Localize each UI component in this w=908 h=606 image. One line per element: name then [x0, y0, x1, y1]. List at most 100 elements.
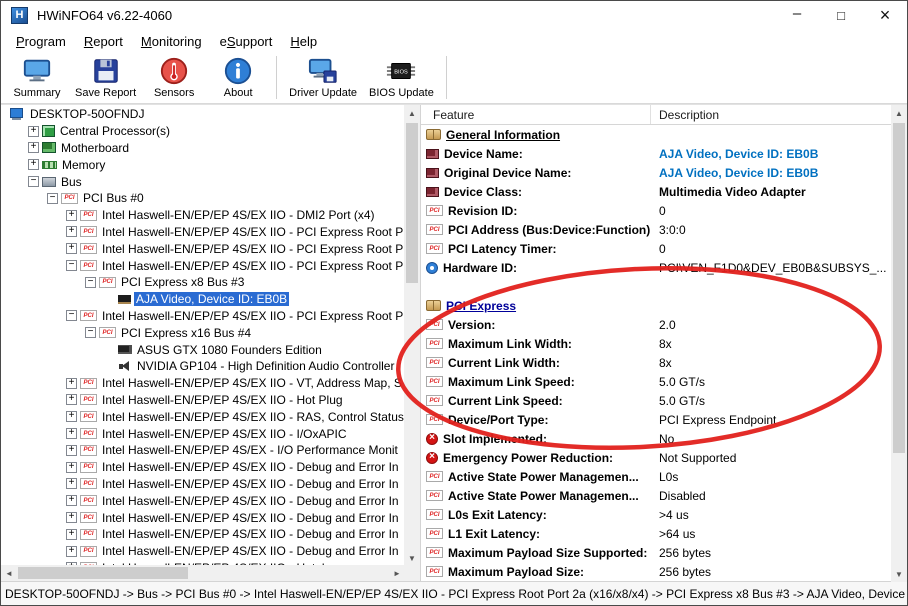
- details-row[interactable]: Revision ID:0: [421, 201, 892, 220]
- tree-item[interactable]: +Intel Haswell-EN/EP/EP 4S/EX IIO - Debu…: [1, 492, 405, 509]
- tree-item[interactable]: −PCI Express x8 Bus #3: [1, 274, 405, 291]
- expand-plus-icon[interactable]: +: [28, 159, 39, 170]
- details-section-row[interactable]: PCI Express: [421, 296, 892, 315]
- details-row[interactable]: Device Class:Multimedia Video Adapter: [421, 182, 892, 201]
- expand-plus-icon[interactable]: +: [66, 378, 77, 389]
- menu-report[interactable]: Report: [75, 32, 132, 51]
- minimize-button[interactable]: [775, 1, 819, 30]
- tree-item[interactable]: +Intel Haswell-EN/EP/EP 4S/EX IIO - Debu…: [1, 526, 405, 543]
- scroll-right-icon[interactable]: [389, 565, 405, 581]
- details-section-row[interactable]: General Information: [421, 125, 892, 144]
- details-row[interactable]: L1 Exit Latency:>64 us: [421, 524, 892, 543]
- details-row[interactable]: Version:2.0: [421, 315, 892, 334]
- collapse-minus-icon[interactable]: −: [66, 310, 77, 321]
- bios-update-button[interactable]: BIOS BIOS Update: [363, 52, 440, 103]
- scrollbar-thumb[interactable]: [406, 123, 418, 283]
- tree-item[interactable]: +Intel Haswell-EN/EP/EP 4S/EX IIO - PCI …: [1, 240, 405, 257]
- details-row[interactable]: PCI Address (Bus:Device:Function) Nu...3…: [421, 220, 892, 239]
- scrollbar-thumb[interactable]: [18, 567, 188, 579]
- details-row[interactable]: Emergency Power Reduction:Not Supported: [421, 448, 892, 467]
- tree-item[interactable]: −Bus: [1, 173, 405, 190]
- expand-plus-icon[interactable]: +: [66, 243, 77, 254]
- expand-plus-icon[interactable]: +: [66, 226, 77, 237]
- tree-item[interactable]: +Intel Haswell-EN/EP/EP 4S/EX IIO - Hot …: [1, 392, 405, 409]
- tree-item[interactable]: +Intel Haswell-EN/EP/EP 4S/EX IIO - DMI2…: [1, 207, 405, 224]
- details-row[interactable]: Current Link Width:8x: [421, 353, 892, 372]
- tree-item[interactable]: +Intel Haswell-EN/EP/EP 4S/EX IIO - Debu…: [1, 543, 405, 560]
- expand-plus-icon[interactable]: +: [66, 462, 77, 473]
- expand-plus-icon[interactable]: +: [66, 529, 77, 540]
- expand-plus-icon[interactable]: +: [66, 445, 77, 456]
- details-row[interactable]: Original Device Name:AJA Video, Device I…: [421, 163, 892, 182]
- tree-item[interactable]: +Intel Haswell-EN/EP/EP 4S/EX IIO - I/Ox…: [1, 425, 405, 442]
- expand-plus-icon[interactable]: +: [28, 126, 39, 137]
- tree-item[interactable]: −PCI Express x16 Bus #4: [1, 324, 405, 341]
- details-row[interactable]: Slot Implemented:No: [421, 429, 892, 448]
- tree-item[interactable]: −PCI Bus #0: [1, 190, 405, 207]
- expand-plus-icon[interactable]: +: [66, 394, 77, 405]
- scroll-down-icon[interactable]: [404, 550, 420, 566]
- save-report-button[interactable]: Save Report: [69, 52, 142, 103]
- expand-plus-icon[interactable]: +: [66, 495, 77, 506]
- details-row[interactable]: L0s Exit Latency:>4 us: [421, 505, 892, 524]
- tree-item[interactable]: +Intel Haswell-EN/EP/EP 4S/EX IIO - Debu…: [1, 509, 405, 526]
- tree-item[interactable]: DESKTOP-50OFNDJ: [1, 106, 405, 123]
- tree-item[interactable]: +Motherboard: [1, 140, 405, 157]
- sensors-button[interactable]: Sensors: [142, 52, 206, 103]
- feature-column-header[interactable]: Feature: [421, 105, 651, 124]
- details-row[interactable]: Device Name:AJA Video, Device ID: EB0B: [421, 144, 892, 163]
- description-column-header[interactable]: Description: [651, 105, 892, 124]
- details-row[interactable]: Maximum Payload Size Supported:256 bytes: [421, 543, 892, 562]
- summary-button[interactable]: Summary: [5, 52, 69, 103]
- tree-item[interactable]: +Intel Haswell-EN/EP/EP 4S/EX IIO - Debu…: [1, 476, 405, 493]
- tree-item[interactable]: +Intel Haswell-EN/EP/EP 4S/EX IIO - PCI …: [1, 224, 405, 241]
- tree-horizontal-scrollbar[interactable]: [1, 565, 405, 581]
- maximize-button[interactable]: [819, 1, 863, 30]
- tree-item[interactable]: −Intel Haswell-EN/EP/EP 4S/EX IIO - PCI …: [1, 257, 405, 274]
- close-button[interactable]: [863, 1, 907, 30]
- details-vertical-scrollbar[interactable]: [891, 105, 907, 582]
- collapse-minus-icon[interactable]: −: [85, 327, 96, 338]
- menu-program[interactable]: Program: [7, 32, 75, 51]
- details-row[interactable]: Active State Power Managemen...Disabled: [421, 486, 892, 505]
- details-row[interactable]: Active State Power Managemen...L0s: [421, 467, 892, 486]
- details-row[interactable]: Current Link Speed:5.0 GT/s: [421, 391, 892, 410]
- tree-item[interactable]: +Central Processor(s): [1, 123, 405, 140]
- tree-item[interactable]: ASUS GTX 1080 Founders Edition: [1, 341, 405, 358]
- tree-item[interactable]: NVIDIA GP104 - High Definition Audio Con…: [1, 358, 405, 375]
- tree-item[interactable]: +Intel Haswell-EN/EP/EP 4S/EX IIO - Debu…: [1, 459, 405, 476]
- details-row[interactable]: PCI Latency Timer:0: [421, 239, 892, 258]
- menu-help[interactable]: Help: [281, 32, 326, 51]
- about-button[interactable]: About: [206, 52, 270, 103]
- expand-plus-icon[interactable]: +: [66, 478, 77, 489]
- driver-update-button[interactable]: Driver Update: [283, 52, 363, 103]
- tree-vertical-scrollbar[interactable]: [404, 105, 420, 566]
- tree-item[interactable]: +Intel Haswell-EN/EP/EP 4S/EX - I/O Perf…: [1, 442, 405, 459]
- menu-esupport[interactable]: eSupport: [211, 32, 282, 51]
- collapse-minus-icon[interactable]: −: [28, 176, 39, 187]
- tree-item[interactable]: +Intel Haswell-EN/EP/EP 4S/EX IIO - VT, …: [1, 375, 405, 392]
- scroll-up-icon[interactable]: [891, 105, 907, 121]
- details-row[interactable]: Device/Port Type:PCI Express Endpoint: [421, 410, 892, 429]
- expand-plus-icon[interactable]: +: [66, 411, 77, 422]
- collapse-minus-icon[interactable]: −: [47, 193, 58, 204]
- details-row[interactable]: Maximum Link Width:8x: [421, 334, 892, 353]
- expand-plus-icon[interactable]: +: [66, 512, 77, 523]
- details-row[interactable]: Maximum Link Speed:5.0 GT/s: [421, 372, 892, 391]
- expand-plus-icon[interactable]: +: [28, 142, 39, 153]
- details-row[interactable]: Hardware ID:PCI\VEN_F1D0&DEV_EB0B&SUBSYS…: [421, 258, 892, 277]
- tree-item-selected[interactable]: AJA Video, Device ID: EB0B: [1, 291, 405, 308]
- scroll-up-icon[interactable]: [404, 105, 420, 121]
- collapse-minus-icon[interactable]: −: [66, 260, 77, 271]
- collapse-minus-icon[interactable]: −: [85, 277, 96, 288]
- expand-plus-icon[interactable]: +: [66, 546, 77, 557]
- details-row[interactable]: Maximum Payload Size:256 bytes: [421, 562, 892, 581]
- tree-item[interactable]: +Memory: [1, 156, 405, 173]
- expand-plus-icon[interactable]: +: [66, 210, 77, 221]
- tree-item[interactable]: −Intel Haswell-EN/EP/EP 4S/EX IIO - PCI …: [1, 308, 405, 325]
- tree-item[interactable]: +Intel Haswell-EN/EP/EP 4S/EX IIO - RAS,…: [1, 408, 405, 425]
- expand-plus-icon[interactable]: +: [66, 428, 77, 439]
- scrollbar-thumb[interactable]: [893, 123, 905, 453]
- menu-monitoring[interactable]: Monitoring: [132, 32, 211, 51]
- scroll-left-icon[interactable]: [1, 565, 17, 581]
